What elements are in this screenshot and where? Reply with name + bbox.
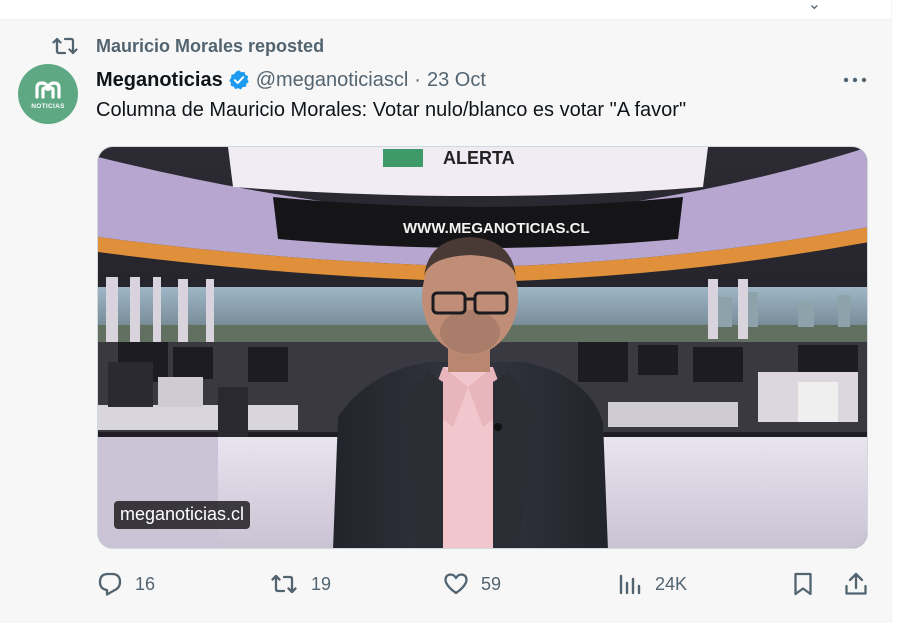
repost-button[interactable]: 19 — [269, 564, 331, 604]
more-icon — [843, 77, 867, 83]
image-source-label[interactable]: meganoticias.cl — [114, 501, 251, 529]
column-border — [891, 0, 892, 623]
tweet[interactable]: Mauricio Morales reposted NOTICIAS Megan… — [0, 20, 891, 623]
share-icon — [845, 572, 867, 595]
repost-text[interactable]: Mauricio Morales reposted — [96, 36, 324, 57]
tweet-text: Columna de Mauricio Morales: Votar nulo/… — [96, 99, 687, 121]
repost-icon — [271, 574, 297, 594]
bookmark-icon — [794, 572, 812, 596]
repost-indicator[interactable]: Mauricio Morales reposted — [52, 34, 324, 58]
views-count: 24K — [655, 573, 688, 594]
tweet-date[interactable]: 23 Oct — [427, 69, 486, 92]
share-button[interactable] — [843, 564, 869, 604]
newsroom-photo: ALERTA WWW.MEGANOTICIAS.CL — [98, 147, 867, 548]
tweet-actions: 16 19 59 24K — [0, 564, 891, 604]
separator: · — [414, 68, 421, 91]
analytics-icon — [619, 574, 641, 595]
views-button[interactable]: 24K — [617, 564, 687, 604]
heart-icon — [444, 573, 468, 595]
avatar-label: NOTICIAS — [31, 102, 65, 110]
avatar[interactable]: NOTICIAS — [18, 64, 78, 124]
meganoticias-logo-icon — [35, 80, 61, 99]
tweet-header: Meganoticias @meganoticiascl · 23 Oct — [96, 66, 486, 94]
reply-icon — [98, 572, 122, 596]
reply-count: 16 — [135, 573, 156, 594]
like-button[interactable]: 59 — [443, 564, 501, 604]
previous-tweet-edge: ⌄ — [0, 0, 891, 20]
studio-sign: WWW.MEGANOTICIAS.CL — [403, 220, 590, 237]
more-options-button[interactable] — [840, 70, 870, 90]
verified-badge-icon — [228, 70, 249, 90]
banner-text: ALERTA — [443, 148, 515, 168]
author-handle[interactable]: @meganoticiascl — [256, 69, 409, 92]
tweet-image[interactable]: ALERTA WWW.MEGANOTICIAS.CL meganoticias.… — [97, 146, 868, 549]
bookmark-button[interactable] — [790, 564, 816, 604]
more-icon[interactable]: ⌄ — [808, 0, 821, 14]
repost-count: 19 — [311, 573, 332, 594]
author-name[interactable]: Meganoticias — [96, 69, 223, 92]
reply-button[interactable]: 16 — [97, 564, 155, 604]
repost-icon — [52, 37, 78, 55]
like-count: 59 — [481, 573, 502, 594]
